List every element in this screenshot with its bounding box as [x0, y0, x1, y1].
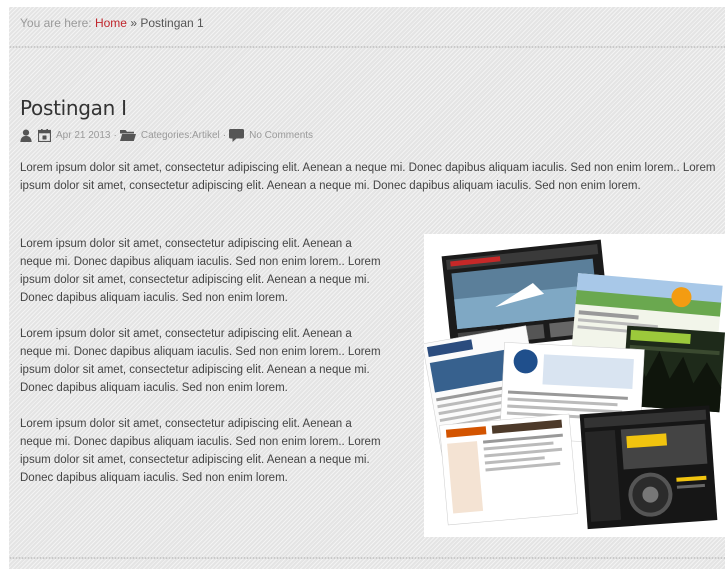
post-date: Apr 21 2013 [56, 129, 111, 141]
bottom-divider [9, 556, 725, 560]
post-paragraph: Lorem ipsum dolor sit amet, consectetur … [20, 328, 381, 394]
user-icon [20, 129, 32, 142]
category-link[interactable]: Artikel [192, 130, 220, 141]
top-divider [9, 45, 725, 49]
post-paragraph: Lorem ipsum dolor sit amet, consectetur … [20, 238, 381, 304]
breadcrumb-current: Postingan 1 [140, 16, 204, 30]
post-title[interactable]: Postingan I [20, 96, 127, 120]
post-meta: Apr 21 2013 · Categories: Artikel · No C… [20, 128, 313, 142]
calendar-icon [38, 128, 51, 142]
breadcrumb: You are here: Home » Postingan 1 [20, 16, 204, 30]
comment-icon [229, 128, 245, 142]
breadcrumb-home-link[interactable]: Home [95, 16, 127, 30]
comments-link[interactable]: No Comments [249, 130, 313, 141]
post-paragraph: Lorem ipsum dolor sit amet, consectetur … [20, 162, 716, 192]
meta-separator: · [222, 129, 227, 141]
categories-label: Categories: [140, 129, 192, 141]
breadcrumb-prefix: You are here: [20, 16, 95, 30]
breadcrumb-separator: » [130, 16, 137, 30]
content-area: You are here: Home » Postingan 1 Posting… [9, 7, 725, 569]
website-collage-image [424, 234, 725, 537]
meta-separator: · [113, 129, 117, 141]
folder-icon [119, 129, 136, 141]
post-paragraph: Lorem ipsum dolor sit amet, consectetur … [20, 418, 381, 484]
